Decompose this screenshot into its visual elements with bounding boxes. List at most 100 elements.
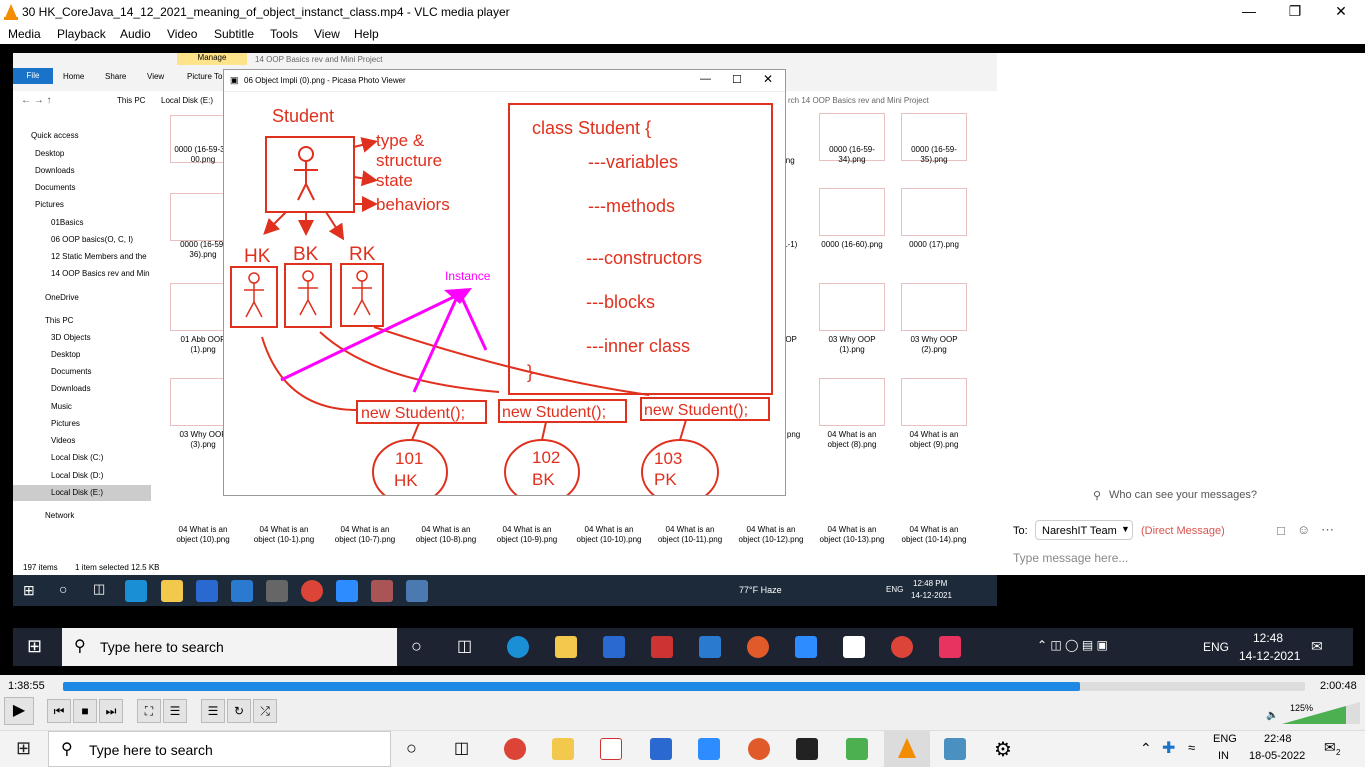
record-icon[interactable] [748, 738, 770, 760]
sticky-notes-icon[interactable] [796, 738, 818, 760]
nav-14-oop[interactable]: 14 OOP Basics rev and Min [51, 269, 150, 278]
nav-01basics[interactable]: 01Basics [51, 218, 83, 227]
edge-icon [507, 636, 529, 658]
snip-icon[interactable] [600, 738, 622, 760]
windows-start-icon[interactable]: ⊞ [16, 738, 31, 759]
taskbar-date[interactable]: 18-05-2022 [1249, 750, 1305, 762]
zoom-icon[interactable] [698, 738, 720, 760]
previous-button[interactable]: ⏮ [47, 699, 71, 723]
menu-tools[interactable]: Tools [270, 27, 298, 41]
extended-settings-button[interactable]: ☰ [163, 699, 187, 723]
menu-media[interactable]: Media [8, 27, 41, 41]
more-icon[interactable]: ⋯ [1321, 522, 1334, 538]
taskbar-time[interactable]: 22:48 [1264, 733, 1292, 745]
menu-help[interactable]: Help [354, 27, 379, 41]
breadcrumb-this-pc[interactable]: This PC [117, 96, 145, 105]
nav-06-oop[interactable]: 06 OOP basics(O, C, I) [51, 235, 133, 244]
fullscreen-button[interactable]: ⛶ [137, 699, 161, 723]
menu-playback[interactable]: Playback [57, 27, 106, 41]
nav-pictures-2[interactable]: Pictures [51, 419, 80, 428]
thumbnail-caption: 04 What is an object (10-10).png [576, 525, 642, 544]
thumbnail[interactable] [901, 283, 967, 331]
menu-view[interactable]: View [314, 27, 340, 41]
thumbnail[interactable] [901, 188, 967, 236]
tray-chevron-icon[interactable]: ⌃ [1140, 740, 1152, 757]
notification-icon[interactable]: ✉ [1324, 739, 1336, 756]
nav-pictures[interactable]: Pictures [35, 200, 64, 209]
tab-share[interactable]: Share [105, 72, 126, 81]
recipient-dropdown[interactable]: NareshIT Team ▼ [1035, 520, 1133, 540]
playlist-button[interactable]: ☰ [201, 699, 225, 723]
thumbnail[interactable] [819, 378, 885, 426]
nav-videos[interactable]: Videos [51, 436, 75, 445]
shuffle-button[interactable]: ⤮ [253, 699, 277, 723]
manage-tab[interactable]: Manage [177, 53, 247, 65]
nav-disk-d[interactable]: Local Disk (D:) [51, 471, 103, 480]
cortana-icon[interactable]: ○ [406, 738, 417, 759]
menu-audio[interactable]: Audio [120, 27, 151, 41]
message-input[interactable]: Type message here... [1013, 551, 1128, 565]
nav-this-pc[interactable]: This PC [45, 316, 73, 325]
explorer-search-input[interactable]: rch 14 OOP Basics rev and Mini Project [788, 96, 929, 105]
tab-picture-tools[interactable]: Picture To [187, 72, 222, 81]
vlc-taskbar-slot[interactable] [884, 731, 930, 767]
store-icon[interactable] [650, 738, 672, 760]
taskbar-search-box[interactable]: ⚲ Type here to search [48, 731, 391, 767]
record-icon [747, 636, 769, 658]
task-view-icon[interactable]: ◫ [454, 738, 469, 758]
tab-view[interactable]: View [147, 72, 164, 81]
mail-icon [231, 580, 253, 602]
back-arrow-icon[interactable]: ← → ↑ [21, 95, 52, 106]
thumbnail[interactable] [819, 283, 885, 331]
nav-documents-2[interactable]: Documents [51, 367, 91, 376]
nav-music[interactable]: Music [51, 402, 72, 411]
thumbnail[interactable] [901, 378, 967, 426]
loop-button[interactable]: ↻ [227, 699, 251, 723]
nav-network[interactable]: Network [45, 511, 74, 520]
oop-diagram: Student type & structure state behaviors… [230, 103, 773, 495]
menu-subtitle[interactable]: Subtitle [214, 27, 254, 41]
menu-video[interactable]: Video [167, 27, 197, 41]
restore-button[interactable]: ❐ [1272, 0, 1318, 24]
nav-downloads[interactable]: Downloads [35, 166, 75, 175]
next-button[interactable]: ⏭ [99, 699, 123, 723]
taskbar-region[interactable]: IN [1218, 750, 1229, 762]
emoji-icon[interactable]: ☺ [1297, 522, 1310, 537]
volume-slider[interactable] [1282, 702, 1360, 724]
nav-disk-e[interactable]: Local Disk (E:) [51, 488, 103, 497]
stop-button[interactable]: ■ [73, 699, 97, 723]
seek-bar[interactable] [63, 682, 1305, 691]
minimize-button[interactable]: — [1226, 0, 1272, 24]
add-icon[interactable]: ✚ [1162, 738, 1175, 758]
tab-home[interactable]: Home [63, 72, 84, 81]
thumbnail-caption: 0000 (16-60).png [821, 240, 883, 249]
thumbnail[interactable] [819, 188, 885, 236]
wifi-icon[interactable]: ≈ [1188, 740, 1195, 755]
nav-desktop-2[interactable]: Desktop [51, 350, 80, 359]
who-can-see-link[interactable]: Who can see your messages? [1109, 489, 1257, 501]
nav-downloads-2[interactable]: Downloads [51, 384, 91, 393]
photos-icon[interactable] [944, 738, 966, 760]
picasa-close-button[interactable]: ✕ [763, 72, 773, 86]
settings-gear-icon[interactable]: ⚙ [994, 737, 1012, 762]
file-icon[interactable]: □ [1277, 523, 1285, 538]
nav-desktop[interactable]: Desktop [35, 149, 64, 158]
chrome-icon[interactable] [504, 738, 526, 760]
folder-icon[interactable] [552, 738, 574, 760]
close-button[interactable]: ✕ [1318, 0, 1364, 24]
nav-onedrive[interactable]: OneDrive [45, 293, 79, 302]
nav-12-static[interactable]: 12 Static Members and the [51, 252, 147, 261]
picasa-maximize-button[interactable]: ☐ [732, 73, 742, 86]
chart-app-icon[interactable] [846, 738, 868, 760]
picasa-minimize-button[interactable]: — [700, 73, 711, 85]
breadcrumb-disk[interactable]: Local Disk (E:) [161, 96, 213, 105]
taskbar-lang[interactable]: ENG [1213, 733, 1237, 745]
nav-documents[interactable]: Documents [35, 183, 75, 192]
speaker-icon[interactable]: 🔈 [1266, 710, 1278, 721]
tab-file[interactable]: File [13, 68, 53, 84]
nav-3d-objects[interactable]: 3D Objects [51, 333, 91, 342]
play-button[interactable]: ▶ [4, 697, 34, 725]
nav-quick-access[interactable]: Quick access [31, 131, 79, 140]
nav-disk-c[interactable]: Local Disk (C:) [51, 453, 103, 462]
image-icon: ▣ [230, 75, 239, 85]
